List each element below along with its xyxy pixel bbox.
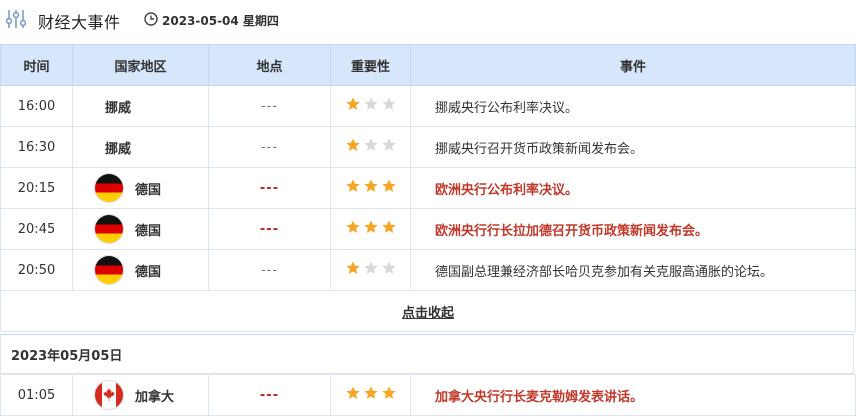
collapse-link[interactable]: 点击收起 (402, 306, 454, 321)
table-row[interactable]: 16:30 挪威 --- 挪威央行召开货币政策新闻发布会。 (0, 126, 856, 168)
star-filled-icon (381, 220, 396, 233)
event-text: 欧洲央行公布利率决议。 (435, 182, 579, 198)
clock-icon (144, 12, 158, 26)
event-text: 德国副总理兼经济部长哈贝克参加有关克服高通胀的论坛。 (435, 264, 774, 280)
location-cell: --- (208, 374, 331, 416)
region-cell: 德国 (72, 167, 209, 209)
importance-cell (330, 167, 411, 209)
event-cell: 加拿大央行行长麦克勒姆发表讲话。 (410, 374, 856, 416)
event-text: 挪威央行召开货币政策新闻发布会。 (435, 141, 644, 157)
top-bar: 财经大事件 2023-05-04 星期四 (0, 0, 856, 38)
importance-stars (345, 137, 397, 153)
star-filled-icon (345, 386, 360, 399)
region-cell: 德国 (72, 208, 209, 250)
time-cell: 16:00 (0, 85, 73, 127)
day-header: 2023年05月05日 (0, 334, 854, 374)
star-filled-icon (363, 179, 378, 192)
table-row[interactable]: 16:00 挪威 --- 挪威央行公布利率决议。 (0, 85, 856, 127)
star-filled-icon (381, 179, 396, 192)
location-cell: --- (208, 208, 331, 250)
event-text: 加拿大央行行长麦克勒姆发表讲话。 (435, 389, 644, 405)
column-header-location: 地点 (208, 44, 331, 86)
time-cell: 20:45 (0, 208, 73, 250)
importance-cell (330, 208, 411, 250)
collapse-cell: 点击收起 (0, 290, 856, 332)
event-cell: 德国副总理兼经济部长哈贝克参加有关克服高通胀的论坛。 (410, 249, 856, 291)
importance-cell (330, 374, 411, 416)
location-value: --- (259, 221, 280, 237)
star-filled-icon (363, 386, 378, 399)
importance-cell (330, 249, 411, 291)
germany-flag-icon (95, 215, 123, 243)
location-value: --- (260, 262, 279, 278)
star-empty-icon (363, 97, 378, 110)
star-empty-icon (381, 97, 396, 110)
current-date: 2023-05-04 星期四 (162, 14, 279, 28)
importance-stars (345, 385, 397, 401)
time-cell: 01:05 (0, 374, 73, 416)
table-row[interactable]: 20:45 德国 --- 欧洲央行行长拉加德召开货币政策新闻发布会。 (0, 208, 856, 250)
events-table: 时间 国家地区 地点 重要性 事件 16:00 挪威 --- 挪威央行公布利率决议。 1… (0, 44, 856, 332)
event-cell: 欧洲央行公布利率决议。 (410, 167, 856, 209)
star-empty-icon (363, 261, 378, 274)
time-cell: 20:50 (0, 249, 73, 291)
germany-flag-icon (95, 256, 123, 284)
location-value: --- (259, 387, 280, 403)
star-filled-icon (345, 138, 360, 151)
star-filled-icon (363, 220, 378, 233)
germany-flag-icon (95, 174, 123, 202)
table-row[interactable]: 01:05 加拿大 --- 加拿大央行行长麦克勒姆发表讲话。 (0, 374, 856, 416)
region-cell: 挪威 (72, 85, 209, 127)
star-filled-icon (345, 97, 360, 110)
time-cell: 20:15 (0, 167, 73, 209)
event-cell: 挪威央行召开货币政策新闻发布会。 (410, 126, 856, 168)
star-empty-icon (363, 138, 378, 151)
region-name: 挪威 (105, 141, 132, 157)
location-value: --- (260, 98, 279, 114)
importance-stars (345, 178, 397, 194)
table-row[interactable]: 20:50 德国 --- 德国副总理兼经济部长哈贝克参加有关克服高通胀的论坛。 (0, 249, 856, 291)
event-cell: 欧洲央行行长拉加德召开货币政策新闻发布会。 (410, 208, 856, 250)
event-cell: 挪威央行公布利率决议。 (410, 85, 856, 127)
location-cell: --- (208, 249, 331, 291)
region-cell: 加拿大 (72, 374, 209, 416)
region-cell: 德国 (72, 249, 209, 291)
location-cell: --- (208, 167, 331, 209)
star-filled-icon (345, 220, 360, 233)
importance-stars (345, 96, 397, 112)
region-name: 德国 (135, 264, 162, 280)
column-header-region: 国家地区 (72, 44, 209, 86)
region-name: 德国 (135, 182, 162, 198)
importance-cell (330, 126, 411, 168)
star-filled-icon (381, 386, 396, 399)
page-title: 财经大事件 (38, 13, 121, 32)
importance-stars (345, 219, 397, 235)
star-filled-icon (345, 179, 360, 192)
importance-stars (345, 260, 397, 276)
filter-icon[interactable] (4, 8, 28, 30)
region-name: 德国 (135, 223, 162, 239)
location-cell: --- (208, 126, 331, 168)
star-empty-icon (381, 138, 396, 151)
location-cell: --- (208, 85, 331, 127)
next-day-events-table: 01:05 加拿大 --- 加拿大央行行长麦克勒姆发表讲话。 (0, 374, 856, 416)
time-cell: 16:30 (0, 126, 73, 168)
importance-cell (330, 85, 411, 127)
region-name: 加拿大 (135, 389, 175, 405)
table-row[interactable]: 20:15 德国 --- 欧洲央行公布利率决议。 (0, 167, 856, 209)
canada-flag-icon (95, 381, 123, 409)
star-filled-icon (345, 261, 360, 274)
location-value: --- (259, 180, 280, 196)
table-header-row: 时间 国家地区 地点 重要性 事件 (0, 44, 856, 86)
region-cell: 挪威 (72, 126, 209, 168)
region-name: 挪威 (105, 100, 132, 116)
location-value: --- (260, 139, 279, 155)
event-text: 欧洲央行行长拉加德召开货币政策新闻发布会。 (435, 223, 709, 239)
column-header-time: 时间 (0, 44, 73, 86)
column-header-importance: 重要性 (330, 44, 411, 86)
star-empty-icon (381, 261, 396, 274)
column-header-event: 事件 (410, 44, 856, 86)
event-text: 挪威央行公布利率决议。 (435, 100, 579, 116)
collapse-row: 点击收起 (0, 290, 856, 332)
